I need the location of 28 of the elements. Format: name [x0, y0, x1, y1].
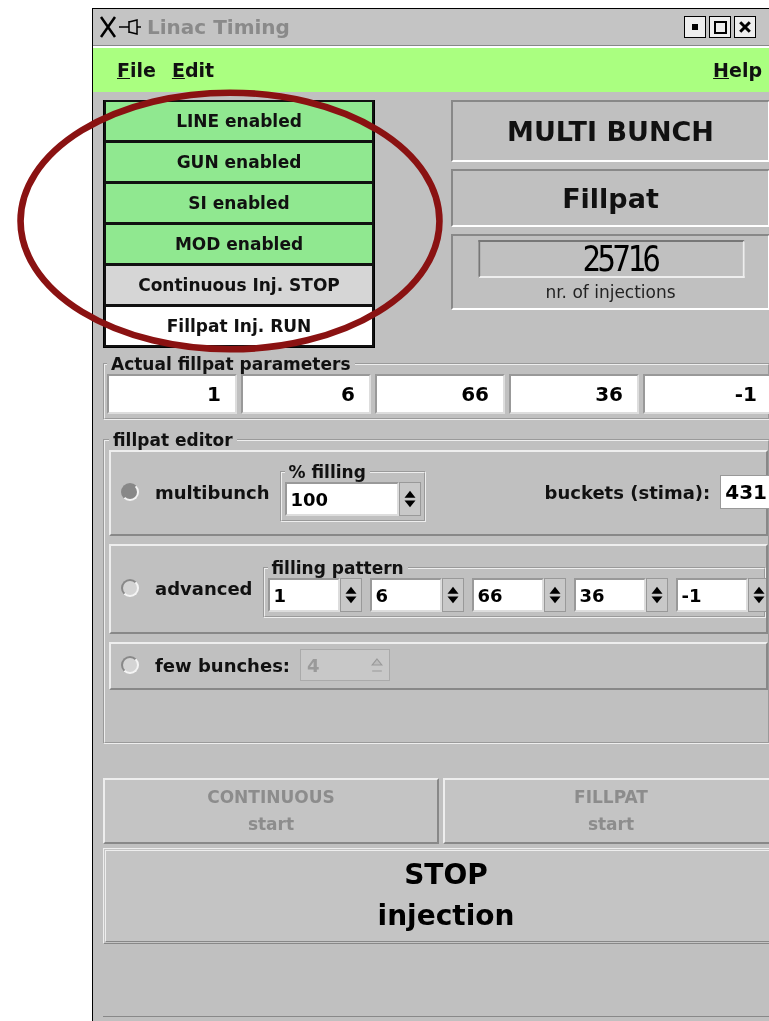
parameter-value: 1	[107, 374, 237, 414]
fill-mode-label: Fillpat	[451, 169, 769, 227]
group-title: Actual fillpat parameters	[110, 354, 352, 374]
mode-label: MULTI BUNCH	[451, 100, 769, 162]
group-title: % filling	[287, 462, 367, 482]
window-title: Linac Timing	[147, 15, 290, 39]
buckets-label: buckets (stima):	[544, 481, 711, 503]
status-button[interactable]: LINE enabled	[104, 100, 374, 142]
option-label: multibunch	[155, 481, 270, 503]
buckets-field: 431	[720, 475, 769, 509]
status-button[interactable]: GUN enabled	[104, 141, 374, 183]
parameter-value: 66	[375, 374, 505, 414]
menu-item[interactable]: Edit	[171, 59, 215, 81]
injection-counter: 25716	[478, 240, 745, 278]
parameter-value: 6	[241, 374, 371, 414]
status-button[interactable]: Continuous Inj. STOP	[104, 264, 374, 306]
menu-item[interactable]: Help	[713, 59, 762, 81]
option-label: advanced	[155, 577, 253, 599]
parameter-value: 36	[509, 374, 639, 414]
stop-injection-button[interactable]: STOP injection	[103, 848, 769, 944]
group-title: fillpat editor	[112, 430, 234, 450]
status-button[interactable]: SI enabled	[104, 182, 374, 224]
parameter-value: -1	[643, 374, 769, 414]
counter-label: nr. of injections	[545, 282, 676, 302]
option-label: few bunches:	[155, 654, 291, 676]
status-button[interactable]: MOD enabled	[104, 223, 374, 265]
menu-item[interactable]: File	[117, 59, 156, 81]
group-title: filling pattern	[270, 558, 405, 578]
